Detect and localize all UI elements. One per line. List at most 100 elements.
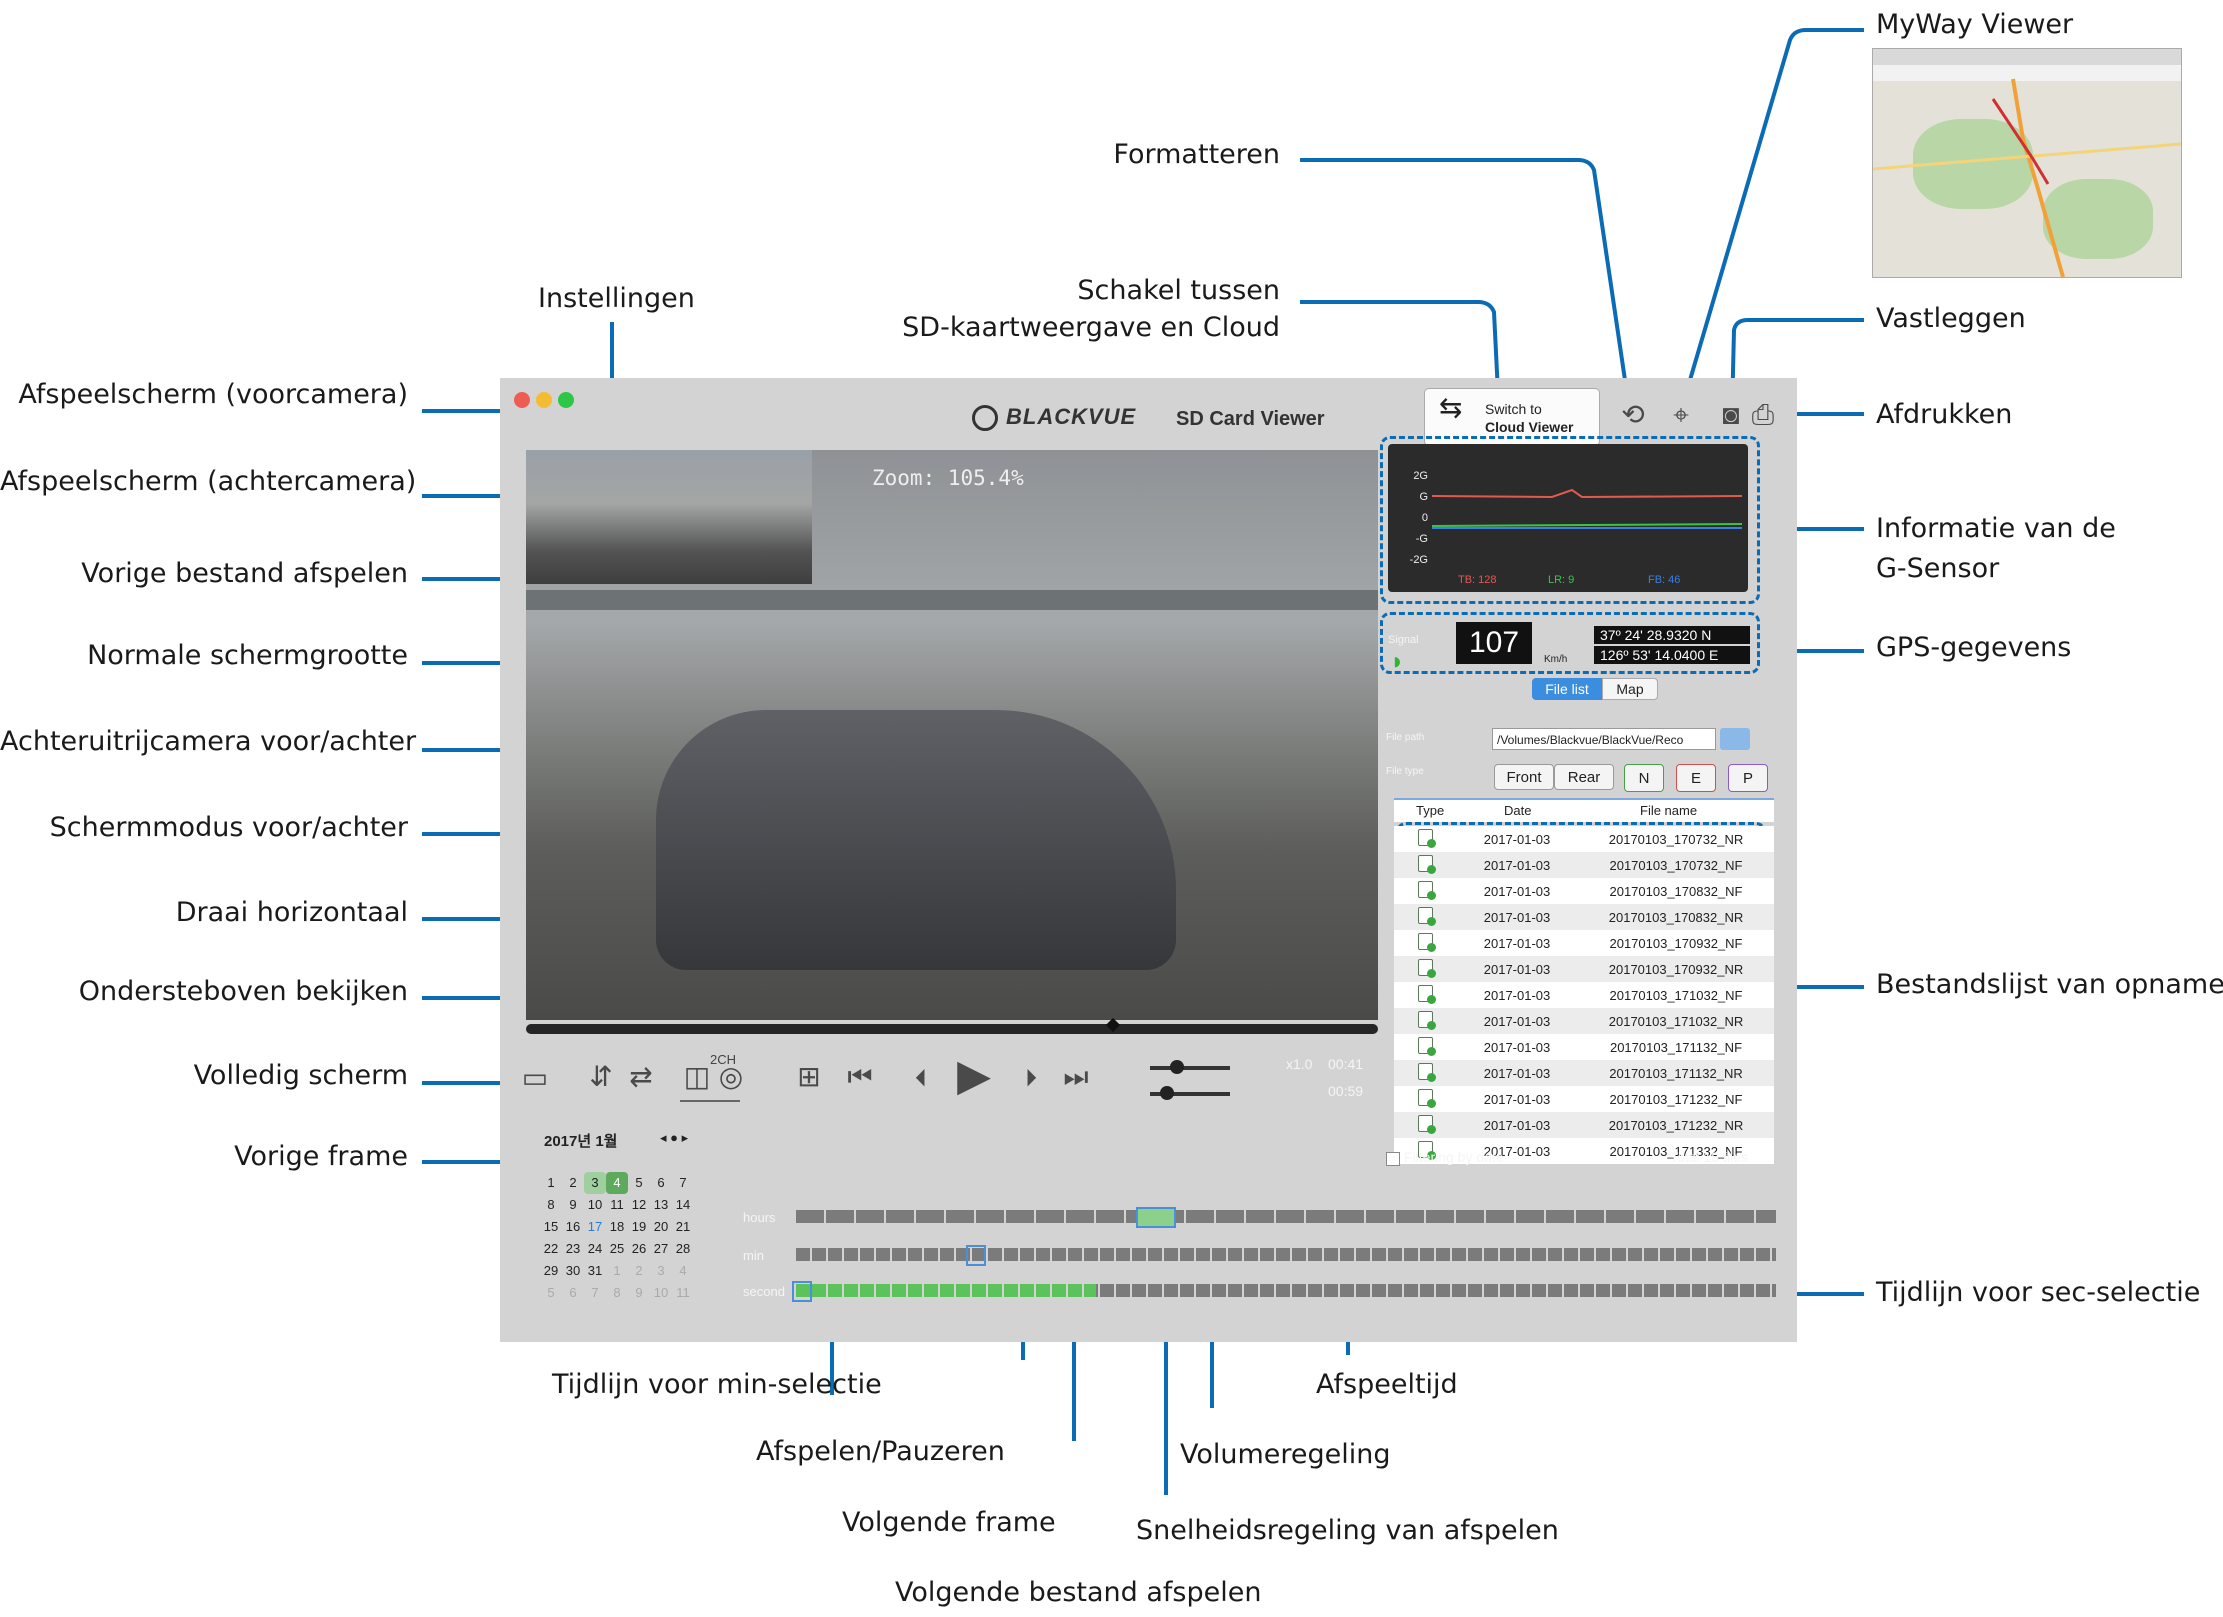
file-row[interactable]: 2017-01-03 20170103_170932_NR xyxy=(1394,956,1774,982)
screen-mode-icon[interactable]: ◫ xyxy=(680,1060,714,1094)
rear-camera-toggle-icon[interactable]: ◎ xyxy=(714,1060,748,1094)
zoom-window-button[interactable] xyxy=(558,392,574,408)
file-name: 20170103_170932_NR xyxy=(1578,956,1774,982)
calendar-grid[interactable]: 1234567 8 9 10 11 12 13 14 15 16 17 18 19 20 21 22 23… xyxy=(540,1172,700,1304)
tab-map[interactable]: Map xyxy=(1602,678,1658,700)
video-file-icon xyxy=(1417,1037,1436,1056)
label-gsensor-2: G-Sensor xyxy=(1876,553,2000,584)
flip-horizontal-icon[interactable]: ⇄ xyxy=(624,1060,658,1094)
file-list-table[interactable]: 2017-01-03 20170103_170732_NR 2017-01-03 20… xyxy=(1394,826,1774,1164)
calendar-week: 29 30 31 1 2 3 4 xyxy=(543,1263,687,1278)
seek-handle[interactable] xyxy=(1105,1017,1121,1033)
print-icon[interactable]: ⎙ xyxy=(1748,400,1778,430)
minimize-window-button[interactable] xyxy=(536,392,552,408)
file-name: 20170103_171132_NF xyxy=(1578,1034,1774,1060)
timeline-hours-label: hours xyxy=(743,1210,776,1225)
label-vastleggen: Vastleggen xyxy=(1876,303,2026,334)
filter-date-label: Filtering by date xyxy=(1404,1149,1504,1165)
calendar-nav-icon[interactable]: ◂ ● ▸ xyxy=(660,1130,688,1146)
hours-timeline[interactable] xyxy=(796,1207,1776,1228)
filter-date-checkbox[interactable] xyxy=(1386,1152,1400,1166)
fullscreen-icon[interactable]: ▭ xyxy=(516,1064,554,1092)
normal-filter-button[interactable]: N xyxy=(1624,764,1664,792)
calendar-week: 15 16 17 18 19 20 21 xyxy=(543,1219,691,1234)
speed-slider[interactable] xyxy=(1150,1060,1230,1074)
label-ondersteboven: Ondersteboven bekijken xyxy=(78,976,408,1007)
folder-icon[interactable] xyxy=(1720,728,1750,750)
previous-file-icon[interactable]: ⏮ xyxy=(840,1060,880,1094)
brand-subtitle: SD Card Viewer xyxy=(1176,408,1325,430)
file-row[interactable]: 2017-01-03 20170103_171232_NF xyxy=(1394,1086,1774,1112)
file-path-input[interactable]: /Volumes/Blackvue/BlackVue/Reco xyxy=(1492,728,1716,750)
file-row[interactable]: 2017-01-03 20170103_170832_NR xyxy=(1394,904,1774,930)
file-name: 20170103_170832_NF xyxy=(1578,878,1774,904)
front-filter-button[interactable]: Front xyxy=(1494,764,1554,790)
myway-map-thumbnail xyxy=(1872,48,2182,278)
label-afspeel-achter: Afspeelscherm (achtercamera) xyxy=(0,466,417,497)
label-normale-grootte: Normale schermgrootte xyxy=(87,640,408,671)
file-row[interactable]: 2017-01-03 20170103_171232_NR xyxy=(1394,1112,1774,1138)
speed-knob[interactable] xyxy=(1170,1060,1184,1074)
label-afdrukken: Afdrukken xyxy=(1876,399,2013,430)
file-row[interactable]: 2017-01-03 20170103_170732_NF xyxy=(1394,852,1774,878)
myway-icon[interactable]: ⌖ xyxy=(1666,400,1696,430)
video-file-icon xyxy=(1417,1089,1436,1108)
next-file-icon[interactable]: ⏭ xyxy=(1056,1060,1096,1094)
label-volledig-scherm: Volledig scherm xyxy=(193,1060,408,1091)
file-name: 20170103_171132_NR xyxy=(1578,1060,1774,1086)
label-schakel-1: Schakel tussen xyxy=(1077,275,1280,306)
file-row[interactable]: 2017-01-03 20170103_171032_NR xyxy=(1394,1008,1774,1034)
file-name: 20170103_170732_NR xyxy=(1578,826,1774,852)
file-row[interactable]: 2017-01-03 20170103_170732_NR xyxy=(1394,826,1774,852)
parking-filter-button[interactable]: P xyxy=(1728,764,1768,792)
file-row[interactable]: 2017-01-03 20170103_170832_NF xyxy=(1394,878,1774,904)
next-frame-icon[interactable]: ⏵ xyxy=(1014,1062,1048,1096)
file-row[interactable]: 2017-01-03 20170103_171132_NF xyxy=(1394,1034,1774,1060)
label-volume: Volumeregeling xyxy=(1180,1439,1391,1470)
volume-knob[interactable] xyxy=(1160,1086,1174,1100)
file-row[interactable]: 2017-01-03 20170103_171132_NR xyxy=(1394,1060,1774,1086)
label-volgende-bestand: Volgende bestand afspelen xyxy=(895,1577,1262,1608)
seek-bar[interactable] xyxy=(526,1017,1378,1034)
wifi-signal-icon: ◗ xyxy=(1390,648,1405,675)
capture-icon[interactable]: ◙ xyxy=(1716,400,1746,430)
label-vorige-frame: Vorige frame xyxy=(234,1141,408,1172)
format-icon[interactable]: ⟲ xyxy=(1618,400,1648,430)
gps-speed: 107 xyxy=(1456,622,1532,664)
video-file-icon xyxy=(1417,855,1436,874)
label-draai-horizontaal: Draai horizontaal xyxy=(175,897,408,928)
file-date: 2017-01-03 xyxy=(1456,826,1578,852)
seconds-timeline[interactable] xyxy=(792,1281,1776,1302)
event-filter-button[interactable]: E xyxy=(1676,764,1716,792)
brand-name: BLACKVUE xyxy=(1006,404,1137,429)
previous-frame-icon[interactable]: ⏴ xyxy=(904,1062,938,1096)
flip-vertical-icon[interactable]: ⇵ xyxy=(584,1060,618,1094)
time-total: 00:59 xyxy=(1328,1083,1364,1099)
file-row[interactable]: 2017-01-03 20170103_171032_NF xyxy=(1394,982,1774,1008)
video-file-icon xyxy=(1417,959,1436,978)
video-file-icon xyxy=(1417,1115,1436,1134)
label-gsensor-1: Informatie van de xyxy=(1876,513,2116,544)
tab-file-list[interactable]: File list xyxy=(1532,678,1602,700)
speed-rate: x1.0 xyxy=(1286,1056,1313,1072)
video-file-icon xyxy=(1417,829,1436,848)
file-date: 2017-01-03 xyxy=(1456,1112,1578,1138)
video-file-icon xyxy=(1417,933,1436,952)
close-window-button[interactable] xyxy=(514,392,530,408)
col-date: Date xyxy=(1504,803,1532,818)
file-name: 20170103_171032_NR xyxy=(1578,1008,1774,1034)
rear-camera-screen[interactable] xyxy=(526,450,812,584)
file-row[interactable]: 2017-01-03 20170103_170932_NF xyxy=(1394,930,1774,956)
volume-slider[interactable] xyxy=(1150,1086,1230,1100)
front-camera-screen[interactable]: Zoom: 105.4% xyxy=(526,450,1378,1020)
minutes-timeline[interactable] xyxy=(796,1245,1776,1266)
col-name: File name xyxy=(1640,803,1698,818)
play-pause-icon[interactable]: ▶ xyxy=(950,1054,998,1098)
label-volgende-frame: Volgende frame xyxy=(842,1507,1056,1538)
file-date: 2017-01-03 xyxy=(1456,1008,1578,1034)
rear-filter-button[interactable]: Rear xyxy=(1554,764,1614,790)
switch-line1: Switch to xyxy=(1485,401,1542,417)
file-path-label: File path xyxy=(1386,732,1425,743)
label-schermmodus: Schermmodus voor/achter xyxy=(49,812,408,843)
normal-size-icon[interactable]: ⊞ xyxy=(792,1060,826,1094)
